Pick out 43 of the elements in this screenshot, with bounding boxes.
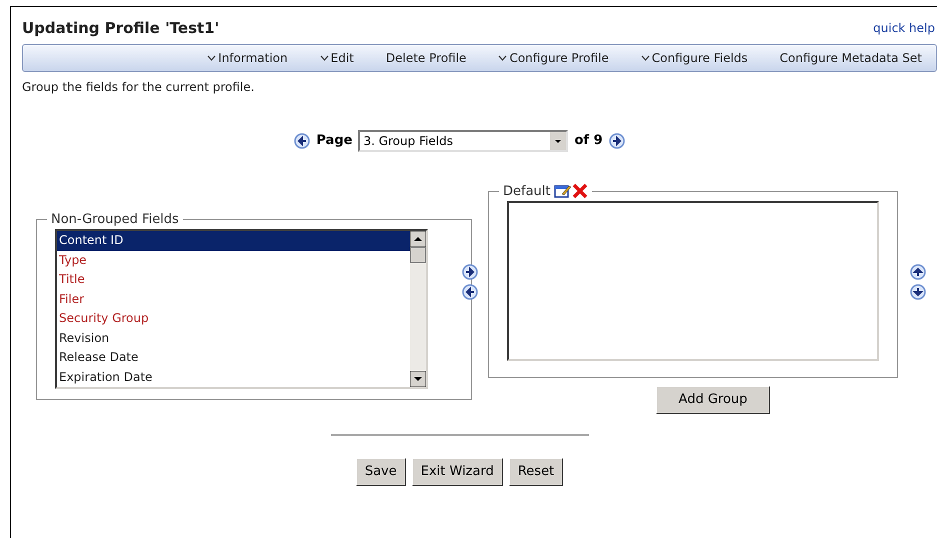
- field-option[interactable]: Release Date: [57, 348, 410, 368]
- move-up-button[interactable]: [910, 264, 926, 280]
- chevron-down-icon: [320, 54, 329, 60]
- menu-item[interactable]: Configure Metadata Set: [780, 48, 922, 66]
- form-button[interactable]: Save: [356, 458, 406, 486]
- form-button[interactable]: Exit Wizard: [412, 458, 503, 486]
- menu-item[interactable]: Configure Fields: [640, 48, 748, 66]
- move-down-button[interactable]: [910, 284, 926, 300]
- page-title: Updating Profile 'Test1': [22, 18, 220, 39]
- field-option[interactable]: Content ID: [57, 231, 410, 250]
- field-option[interactable]: Type: [57, 250, 410, 270]
- edit-icon[interactable]: [554, 183, 572, 200]
- panel-legend: Non-Grouped Fields: [47, 210, 183, 229]
- scrollbar[interactable]: [410, 231, 426, 387]
- page-count: of 9: [574, 132, 603, 150]
- field-option[interactable]: Security Group: [57, 309, 410, 328]
- description-text: Group the fields for the current profile.: [22, 78, 256, 96]
- page-label: Page: [316, 132, 352, 150]
- menu-item[interactable]: Configure Profile: [498, 48, 609, 66]
- next-page-button[interactable]: [608, 132, 625, 148]
- chevron-down-icon: [207, 54, 216, 60]
- delete-icon[interactable]: [572, 183, 588, 200]
- form-button[interactable]: Reset: [508, 458, 564, 486]
- quick-help-link[interactable]: quick help: [873, 19, 935, 38]
- previous-page-button[interactable]: [294, 132, 310, 148]
- move-right-button[interactable]: [462, 264, 478, 280]
- menu-item[interactable]: Information: [207, 48, 288, 66]
- add-group-button[interactable]: Add Group: [656, 386, 770, 414]
- scroll-thumb[interactable]: [410, 247, 426, 263]
- field-option[interactable]: Filer: [57, 290, 410, 309]
- field-option[interactable]: Revision: [57, 328, 410, 348]
- chevron-down-icon: [498, 54, 508, 60]
- move-left-button[interactable]: [462, 284, 478, 300]
- fields-listbox[interactable]: Content ID Type Title Filer Security Group Revision Release Date Expiration Date: [55, 229, 428, 389]
- menu-item[interactable]: Edit: [320, 48, 354, 66]
- scroll-down-icon[interactable]: [410, 371, 426, 387]
- chevron-down-icon: [640, 54, 650, 60]
- field-option[interactable]: Title: [57, 270, 410, 290]
- field-option[interactable]: Expiration Date: [57, 368, 410, 387]
- page-select[interactable]: 3. Group Fields: [358, 130, 568, 152]
- group-legend: Default: [503, 182, 550, 201]
- scroll-up-icon[interactable]: [410, 231, 426, 247]
- menu-item[interactable]: Delete Profile: [386, 48, 466, 66]
